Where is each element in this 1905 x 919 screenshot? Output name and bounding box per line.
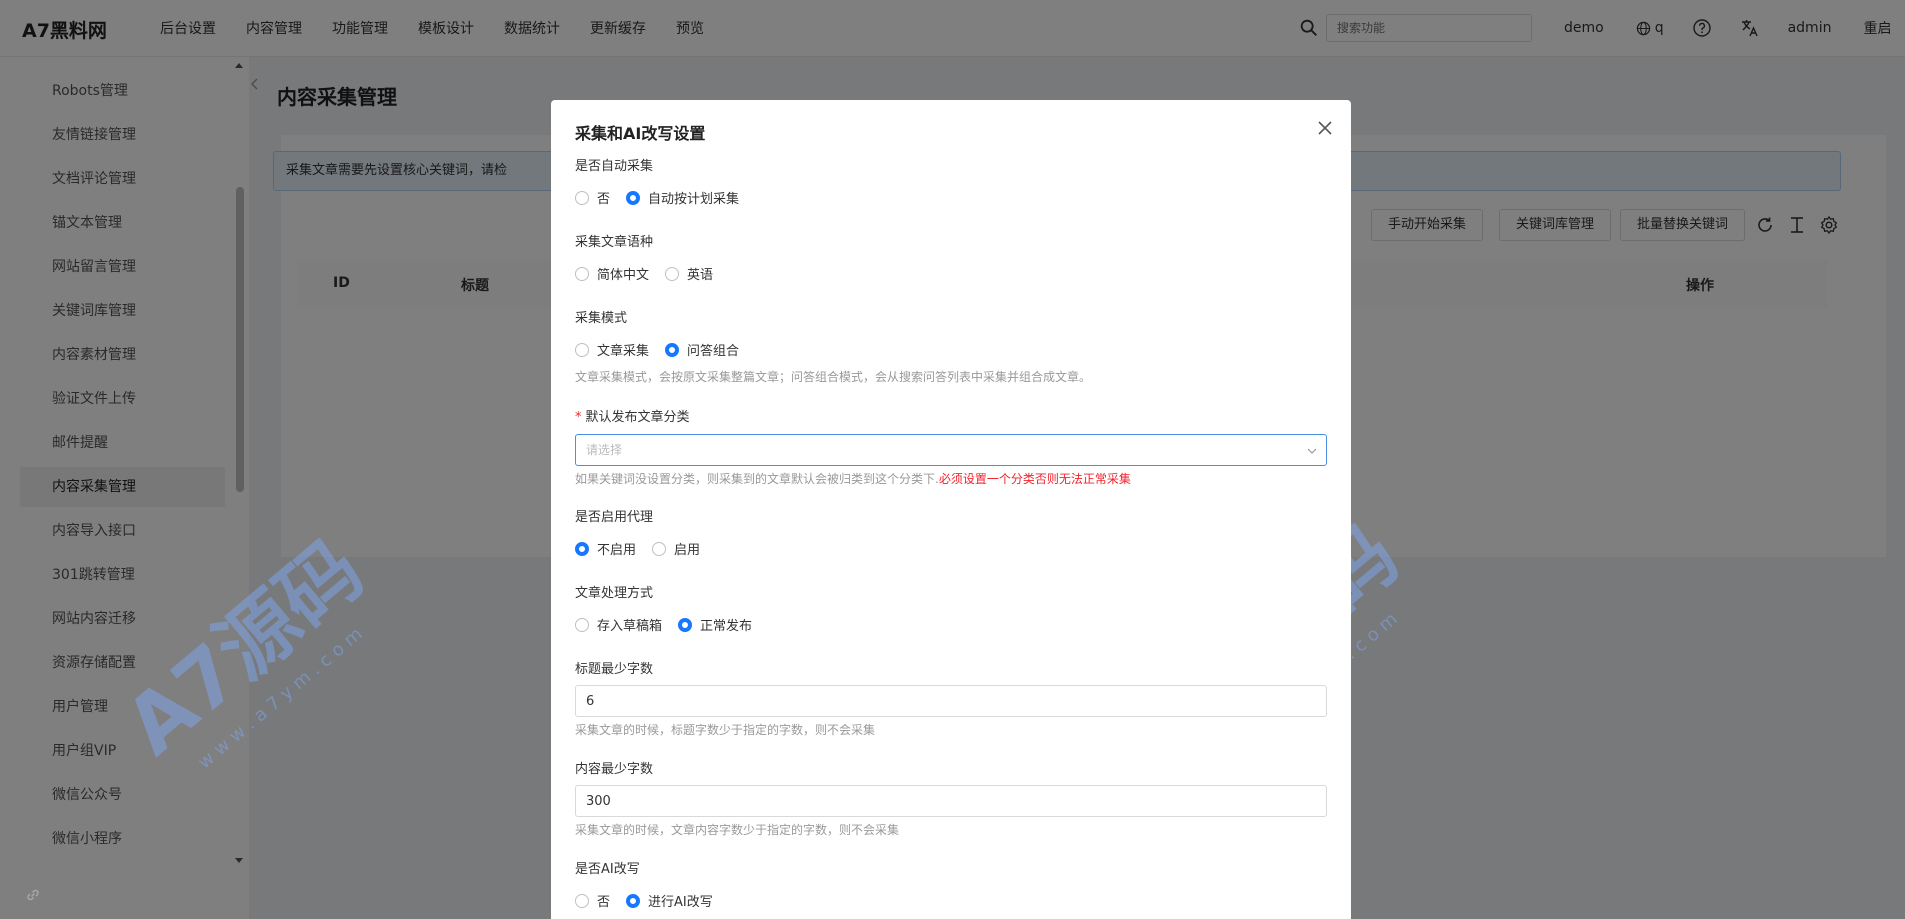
- proxy-option-enable[interactable]: 启用: [652, 539, 700, 558]
- mode-label: 采集模式: [575, 311, 628, 326]
- option-label: 不启用: [597, 543, 637, 558]
- process-option-draft[interactable]: 存入草稿箱: [575, 615, 662, 634]
- title-min-label: 标题最少字数: [575, 662, 654, 677]
- link-icon[interactable]: [24, 886, 42, 904]
- proxy-option-disable[interactable]: 不启用: [575, 539, 636, 558]
- option-label: 英语: [687, 268, 714, 283]
- option-label: 文章采集: [597, 344, 650, 359]
- option-label: 自动按计划采集: [648, 192, 740, 207]
- language-option-chinese[interactable]: 简体中文: [575, 264, 649, 283]
- ai-rewrite-radio-group: 否 进行AI改写: [575, 891, 729, 910]
- proxy-radio-group: 不启用 启用: [575, 539, 716, 558]
- dialog-title: 采集和AI改写设置: [575, 124, 706, 143]
- auto-collect-option-no[interactable]: 否: [575, 188, 610, 207]
- radio-icon: [652, 541, 667, 556]
- category-select[interactable]: 请选择: [575, 434, 1327, 466]
- process-option-publish[interactable]: 正常发布: [678, 615, 752, 634]
- category-placeholder: 请选择: [586, 443, 623, 457]
- language-radio-group: 简体中文 英语: [575, 264, 729, 283]
- option-label: 启用: [674, 543, 701, 558]
- content-min-help-text: 采集文章的时候，文章内容字数少于指定的字数，则不会采集: [575, 823, 900, 837]
- mode-radio-group: 文章采集 问答组合: [575, 340, 755, 359]
- category-label-text: 默认发布文章分类: [585, 410, 690, 425]
- process-radio-group: 存入草稿箱 正常发布: [575, 615, 768, 634]
- content-min-input[interactable]: [575, 785, 1327, 817]
- radio-icon: [626, 893, 641, 908]
- language-label: 采集文章语种: [575, 235, 654, 250]
- radio-icon: [575, 541, 589, 556]
- ai-rewrite-option-yes[interactable]: 进行AI改写: [626, 891, 713, 910]
- category-label: * 默认发布文章分类: [575, 406, 690, 425]
- ai-rewrite-option-no[interactable]: 否: [575, 891, 610, 910]
- radio-icon: [575, 617, 589, 632]
- radio-icon: [575, 342, 589, 357]
- ai-rewrite-label: 是否AI改写: [575, 862, 640, 877]
- auto-collect-radio-group: 否 自动按计划采集: [575, 188, 755, 207]
- option-label: 否: [597, 895, 611, 910]
- option-label: 存入草稿箱: [597, 619, 663, 634]
- option-label: 否: [597, 192, 611, 207]
- radio-icon: [665, 342, 680, 357]
- required-mark: *: [575, 410, 582, 425]
- option-label: 进行AI改写: [648, 895, 713, 910]
- mode-help-text: 文章采集模式，会按原文采集整篇文章；问答组合模式，会从搜索问答列表中采集并组合成…: [575, 370, 1092, 384]
- option-label: 正常发布: [700, 619, 753, 634]
- mode-option-article[interactable]: 文章采集: [575, 340, 649, 359]
- chevron-down-icon: [1307, 448, 1317, 454]
- radio-icon: [626, 190, 641, 205]
- proxy-label: 是否启用代理: [575, 510, 654, 525]
- close-icon[interactable]: [1315, 118, 1335, 138]
- content-min-label: 内容最少字数: [575, 762, 654, 777]
- radio-icon: [678, 617, 693, 632]
- auto-collect-label: 是否自动采集: [575, 159, 654, 174]
- auto-collect-option-scheduled[interactable]: 自动按计划采集: [626, 188, 739, 207]
- radio-icon: [575, 893, 589, 908]
- category-help-text: 如果关键词没设置分类，则采集到的文章默认会被归类到这个分类下.必须设置一个分类否…: [575, 470, 1131, 487]
- process-label: 文章处理方式: [575, 586, 654, 601]
- category-help: 如果关键词没设置分类，则采集到的文章默认会被归类到这个分类下.: [575, 472, 939, 486]
- radio-icon: [575, 266, 589, 281]
- title-min-help-text: 采集文章的时候，标题字数少于指定的字数，则不会采集: [575, 723, 876, 737]
- title-min-input[interactable]: [575, 685, 1327, 717]
- category-warning: 必须设置一个分类否则无法正常采集: [938, 472, 1131, 486]
- radio-icon: [665, 266, 680, 281]
- option-label: 简体中文: [597, 268, 650, 283]
- option-label: 问答组合: [687, 344, 740, 359]
- collect-settings-dialog: 采集和AI改写设置 是否自动采集 否 自动按计划采集 采集文章语种 简体中文 英…: [551, 100, 1351, 919]
- mode-option-qa[interactable]: 问答组合: [665, 340, 739, 359]
- radio-icon: [575, 190, 589, 205]
- language-option-english[interactable]: 英语: [665, 264, 713, 283]
